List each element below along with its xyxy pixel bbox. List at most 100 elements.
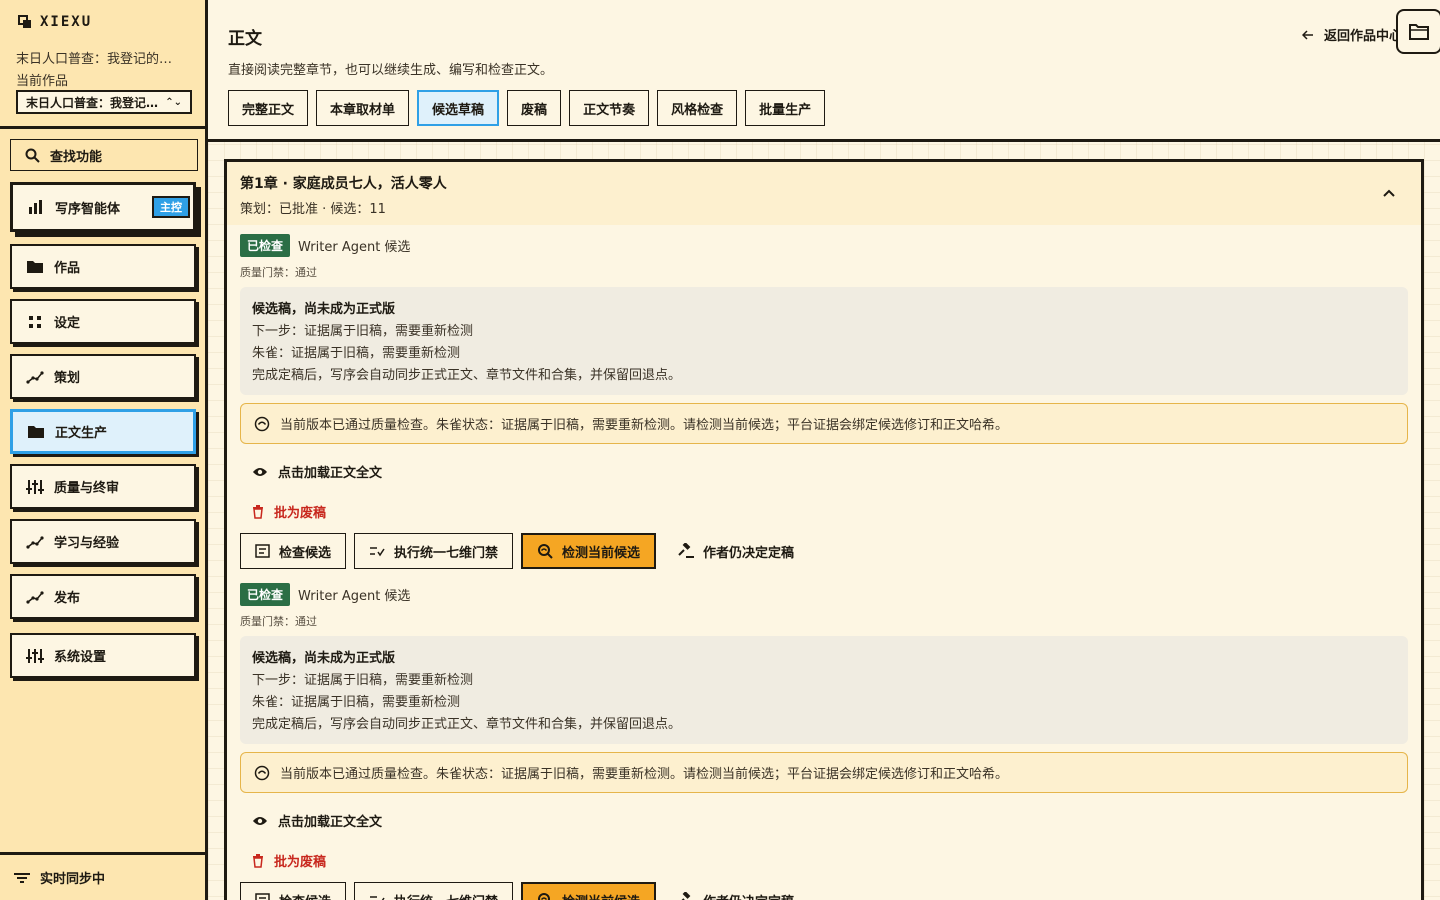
tab-pacing[interactable]: 正文节奏 — [569, 90, 650, 126]
logo-icon — [18, 15, 32, 29]
sidebar-item-system-settings[interactable]: 系统设置 — [10, 633, 196, 678]
detect-icon — [537, 892, 553, 900]
sidebar-item-agent[interactable]: 写序智能体 主控 — [10, 182, 196, 232]
alert-circle-icon — [254, 416, 270, 432]
chapter-meta: 策划：已批准 · 候选：11 — [240, 202, 386, 217]
brand[interactable]: XIEXU — [18, 14, 92, 30]
chevron-up-icon[interactable] — [1380, 184, 1398, 202]
chapter-title: 第1章 · 家庭成员七人，活人零人 — [240, 176, 447, 192]
button-label: 执行统一七维门禁 — [394, 545, 499, 561]
tab-bar: 完整正文 本章取材单 候选草稿 废稿 正文节奏 风格检查 批量生产 — [228, 90, 826, 126]
grid-icon — [26, 313, 44, 331]
page-header: 正文 直接阅读完整章节，也可以继续生成、编写和检查正文。 返回作品中心 完整正文… — [208, 0, 1440, 142]
candidate-summary: 候选稿，尚未成为正式版 下一步：证据属于旧稿，需要重新检测 朱雀：证据属于旧稿，… — [240, 287, 1408, 395]
candidate-status-row: 已检查 Writer Agent 候选 — [240, 234, 410, 257]
summary-line: 完成定稿后，写序会自动同步正式正文、章节文件和合集，并保留回退点。 — [252, 717, 682, 732]
tab-full-text[interactable]: 完整正文 — [228, 90, 309, 126]
back-to-works-link[interactable]: 返回作品中心 — [1302, 25, 1402, 44]
quality-gate: 质量门禁：通过 — [240, 266, 317, 279]
tab-style-check[interactable]: 风格检查 — [657, 90, 738, 126]
project-title: 末日人口普查：我登记的… — [16, 52, 173, 67]
button-label: 作者仍决定定稿 — [703, 545, 795, 561]
search-label: 查找功能 — [50, 149, 103, 165]
sidebar-item-planning[interactable]: 策划 — [10, 354, 196, 399]
bar-chart-icon — [27, 198, 45, 216]
run-gate-button[interactable]: 执行统一七维门禁 — [354, 533, 514, 569]
sidebar-item-settings-world[interactable]: 设定 — [10, 299, 196, 344]
author-decides-button[interactable]: 作者仍决定定稿 — [664, 533, 808, 569]
trend-icon — [26, 588, 44, 606]
sidebar-item-label: 质量与终审 — [54, 481, 120, 496]
gavel-icon — [678, 892, 694, 900]
divider — [0, 126, 205, 129]
discard-link[interactable]: 批为废稿 — [252, 851, 326, 870]
discard-link[interactable]: 批为废稿 — [252, 502, 326, 521]
tab-material-list[interactable]: 本章取材单 — [316, 90, 410, 126]
eye-icon — [252, 466, 268, 478]
sidebar-item-production[interactable]: 正文生产 — [10, 409, 196, 454]
sliders-icon — [26, 647, 44, 665]
project-label: 当前作品 — [16, 74, 69, 89]
summary-line: 下一步：证据属于旧稿，需要重新检测 — [252, 324, 474, 339]
chapter-panel: 第1章 · 家庭成员七人，活人零人 策划：已批准 · 候选：11 已检查 Wri… — [224, 159, 1424, 900]
load-full-text-link[interactable]: 点击加载正文全文 — [252, 811, 382, 830]
quality-alert: 当前版本已通过质量检查。朱雀状态：证据属于旧稿，需要重新检测。请检测当前候选；平… — [240, 403, 1408, 444]
brand-name: XIEXU — [40, 14, 93, 30]
trash-icon — [252, 504, 264, 519]
button-label: 检测当前候选 — [562, 545, 641, 561]
filter-icon — [14, 872, 30, 884]
arrow-left-icon — [1302, 29, 1314, 41]
load-full-text-link[interactable]: 点击加载正文全文 — [252, 462, 382, 481]
candidate-summary: 候选稿，尚未成为正式版 下一步：证据属于旧稿，需要重新检测 朱雀：证据属于旧稿，… — [240, 636, 1408, 744]
quality-alert: 当前版本已通过质量检查。朱雀状态：证据属于旧稿，需要重新检测。请检测当前候选；平… — [240, 752, 1408, 793]
sidebar-item-label: 作品 — [54, 261, 81, 276]
check-candidate-button[interactable]: 检查候选 — [240, 882, 347, 900]
summary-line: 完成定稿后，写序会自动同步正式正文、章节文件和合集，并保留回退点。 — [252, 368, 682, 383]
run-gate-button[interactable]: 执行统一七维门禁 — [354, 882, 514, 900]
status-badge: 已检查 — [240, 234, 291, 257]
back-label: 返回作品中心 — [1324, 29, 1403, 44]
detect-candidate-button[interactable]: 检测当前候选 — [521, 533, 657, 569]
load-label: 点击加载正文全文 — [278, 815, 383, 830]
eye-icon — [252, 815, 268, 827]
trash-icon — [252, 853, 264, 868]
candidate-status-row: 已检查 Writer Agent 候选 — [240, 583, 410, 606]
sidebar-item-publish[interactable]: 发布 — [10, 574, 196, 619]
sidebar-item-label: 学习与经验 — [54, 536, 120, 551]
tab-batch-production[interactable]: 批量生产 — [745, 90, 826, 126]
discard-label: 批为废稿 — [274, 506, 327, 521]
sync-label: 实时同步中 — [40, 872, 106, 887]
search-button[interactable]: 查找功能 — [10, 139, 198, 171]
sidebar-item-quality[interactable]: 质量与终审 — [10, 464, 196, 509]
page-title: 正文 — [228, 29, 262, 49]
detect-candidate-button[interactable]: 检测当前候选 — [521, 882, 657, 900]
updown-icon: ⌃⌄ — [165, 96, 182, 108]
button-label: 检查候选 — [279, 545, 332, 561]
sidebar-item-works[interactable]: 作品 — [10, 244, 196, 289]
summary-line: 朱雀：证据属于旧稿，需要重新检测 — [252, 346, 461, 361]
sidebar-item-learning[interactable]: 学习与经验 — [10, 519, 196, 564]
button-label: 检查候选 — [279, 891, 331, 900]
checklist-icon — [255, 893, 270, 900]
sidebar-item-label: 策划 — [54, 371, 81, 386]
alert-circle-icon — [254, 765, 270, 781]
candidate-name: Writer Agent 候选 — [298, 589, 411, 604]
sidebar-item-label: 系统设置 — [54, 650, 107, 665]
sync-status[interactable]: 实时同步中 — [0, 852, 205, 900]
summary-title: 候选稿，尚未成为正式版 — [252, 651, 396, 666]
sidebar-item-label: 正文生产 — [55, 426, 108, 441]
check-candidate-button[interactable]: 检查候选 — [240, 533, 347, 569]
project-select[interactable]: 末日人口普查：我登记… ⌃⌄ — [16, 90, 192, 114]
chapter-header[interactable]: 第1章 · 家庭成员七人，活人零人 策划：已批准 · 候选：11 — [227, 162, 1421, 225]
trend-icon — [26, 533, 44, 551]
folder-icon — [26, 258, 44, 276]
tab-candidate-drafts[interactable]: 候选草稿 — [417, 90, 500, 126]
folder-button[interactable] — [1396, 9, 1440, 54]
alert-text: 当前版本已通过质量检查。朱雀状态：证据属于旧稿，需要重新检测。请检测当前候选；平… — [280, 767, 1009, 782]
candidate-actions: 检查候选 执行统一七维门禁 检测当前候选 — [240, 533, 808, 569]
status-badge: 已检查 — [240, 583, 291, 606]
author-decides-button[interactable]: 作者仍决定定稿 — [664, 882, 808, 900]
load-label: 点击加载正文全文 — [278, 466, 383, 481]
tab-discarded[interactable]: 废稿 — [507, 90, 562, 126]
button-label: 执行统一七维门禁 — [394, 891, 498, 900]
